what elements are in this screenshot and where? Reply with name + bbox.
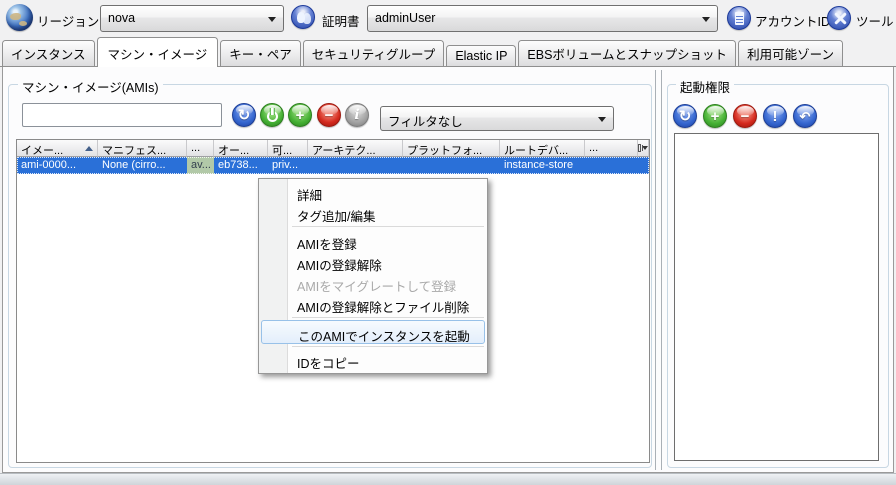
refresh-icon: ↻ <box>238 108 251 123</box>
refresh-icon: ↻ <box>679 109 692 124</box>
tab-instances[interactable]: インスタンス <box>2 40 95 66</box>
column-header-root-device[interactable]: ルートデバ... <box>500 140 585 157</box>
account-id-button[interactable]: アカウントID <box>755 11 830 30</box>
ami-search-input[interactable] <box>22 103 222 127</box>
refresh-button[interactable]: ↻ <box>232 103 256 127</box>
certificate-select-value: adminUser <box>375 11 435 25</box>
remove-button[interactable]: − <box>317 103 341 127</box>
column-header-platform[interactable]: プラットフォ... <box>403 140 500 157</box>
cell-image-id: ami-0000... <box>17 157 98 174</box>
document-icon <box>727 6 751 30</box>
cell-state: av... <box>187 157 214 174</box>
column-header-extra[interactable]: ... <box>585 140 638 157</box>
region-select[interactable]: nova <box>100 5 284 32</box>
menu-item-copy-id[interactable]: IDをコピー <box>261 349 485 370</box>
cell-visibility: priv... <box>268 157 308 174</box>
menu-item-details[interactable]: 詳細 <box>261 181 485 202</box>
top-toolbar: リージョン nova 証明書 adminUser アカウントID ツール <box>0 0 896 36</box>
alert-icon: ! <box>773 109 778 124</box>
column-header-owner[interactable]: オー... <box>214 140 268 157</box>
tab-key-pairs[interactable]: キー・ペア <box>220 40 301 66</box>
tab-availability-zones[interactable]: 利用可能ゾーン <box>738 40 843 66</box>
launch-permissions-legend: 起動権限 <box>676 77 734 96</box>
globe-icon <box>6 4 33 31</box>
cell-root-device: instance-store <box>500 157 585 174</box>
cell-owner: eb738... <box>214 157 268 174</box>
panel-splitter[interactable] <box>655 70 662 470</box>
window-bottom-edge <box>0 473 896 485</box>
certificate-label: 証明書 <box>322 11 360 30</box>
add-icon: + <box>296 108 305 123</box>
filter-select[interactable]: フィルタなし <box>380 106 614 131</box>
power-button[interactable] <box>260 103 284 127</box>
tab-elastic-ip[interactable]: Elastic IP <box>446 45 516 66</box>
tab-security-groups[interactable]: セキュリティグループ <box>303 40 445 66</box>
cell-platform <box>403 157 500 174</box>
certificate-select[interactable]: adminUser <box>367 5 718 32</box>
launch-permissions-list[interactable] <box>674 133 879 461</box>
tools-button[interactable]: ツール <box>856 11 896 30</box>
cell-extra <box>585 157 649 174</box>
chevron-down-icon <box>268 17 276 22</box>
add-icon: + <box>711 109 720 124</box>
menu-item-launch-instance-from-ami[interactable]: このAMIでインスタンスを起動 <box>261 320 485 344</box>
column-header-image-id[interactable]: イメー... <box>17 140 98 157</box>
chevron-down-icon <box>702 17 710 22</box>
table-row-selected[interactable]: ami-0000... None (cirro... av... eb738..… <box>17 157 649 174</box>
column-header-architecture[interactable]: アーキテク... <box>308 140 403 157</box>
menu-item-deregister-ami[interactable]: AMIの登録解除 <box>261 251 485 272</box>
tab-ebs-volumes-snapshots[interactable]: EBSボリュームとスナップショット <box>518 40 736 66</box>
ami-table-header: イメー... マニフェス... ... オー... 可... アーキテク... … <box>17 140 649 157</box>
add-button[interactable]: + <box>288 103 312 127</box>
column-picker-icon <box>638 144 641 152</box>
cell-manifest: None (cirro... <box>98 157 187 174</box>
chevron-down-icon <box>598 117 606 122</box>
refresh-button[interactable]: ↻ <box>673 104 697 128</box>
sort-asc-icon <box>85 146 93 151</box>
remove-button[interactable]: − <box>733 104 757 128</box>
context-menu: 詳細 タグ追加/編集 AMIを登録 AMIの登録解除 AMIをマイグレートして登… <box>258 178 488 374</box>
power-icon <box>267 111 278 122</box>
ami-panel-legend: マシン・イメージ(AMIs) <box>18 77 163 96</box>
column-picker-button[interactable] <box>638 140 649 157</box>
column-header-manifest[interactable]: マニフェス... <box>98 140 187 157</box>
menu-item-migrate-register-ami: AMIをマイグレートして登録 <box>261 272 485 293</box>
undo-icon: ↶ <box>800 110 811 123</box>
menu-separator <box>292 317 484 318</box>
menu-item-deregister-delete-files[interactable]: AMIの登録解除とファイル削除 <box>261 293 485 314</box>
tab-bar: インスタンス マシン・イメージ キー・ペア セキュリティグループ Elastic… <box>0 36 896 67</box>
column-header-state[interactable]: ... <box>187 140 214 157</box>
menu-item-add-edit-tags[interactable]: タグ追加/編集 <box>261 202 485 223</box>
tab-machine-images[interactable]: マシン・イメージ <box>97 37 219 67</box>
column-header-visibility[interactable]: 可... <box>268 140 308 157</box>
menu-separator <box>292 346 484 347</box>
add-button[interactable]: + <box>703 104 727 128</box>
tools-icon <box>827 6 851 30</box>
undo-button[interactable]: ↶ <box>793 104 817 128</box>
region-select-value: nova <box>108 11 135 25</box>
cell-architecture <box>308 157 403 174</box>
filter-select-value: フィルタなし <box>388 115 463 129</box>
alert-button[interactable]: ! <box>763 104 787 128</box>
chevron-down-icon <box>642 146 648 150</box>
info-icon: i <box>354 108 359 122</box>
region-label: リージョン <box>37 11 99 30</box>
info-button[interactable]: i <box>345 103 369 127</box>
remove-icon: − <box>325 108 334 123</box>
users-icon <box>291 5 315 29</box>
menu-item-register-ami[interactable]: AMIを登録 <box>261 230 485 251</box>
remove-icon: − <box>741 109 750 124</box>
menu-separator <box>292 226 484 227</box>
